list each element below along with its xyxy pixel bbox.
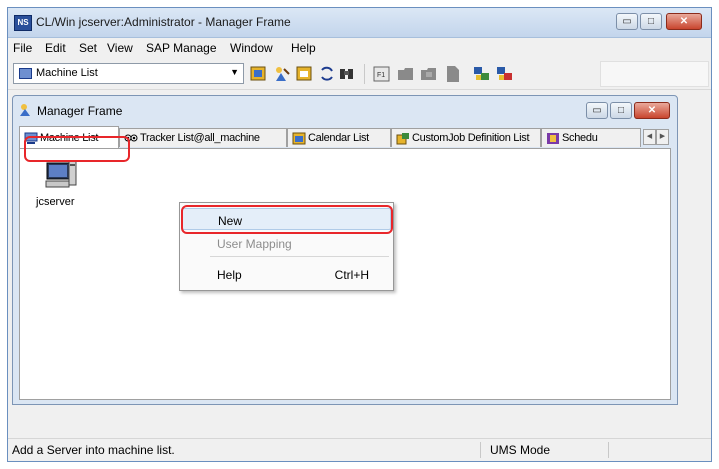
connect-icon[interactable]	[473, 65, 491, 83]
menu-set[interactable]: Set	[79, 41, 97, 55]
status-message: Add a Server into machine list.	[12, 443, 175, 457]
tab-customjob-definition-list[interactable]: CustomJob Definition List	[391, 128, 541, 147]
status-divider	[480, 442, 481, 458]
calendar-button-icon[interactable]	[296, 65, 314, 83]
menu-window[interactable]: Window	[230, 41, 273, 55]
function-key-icon[interactable]: F1	[373, 65, 391, 83]
computer-icon	[45, 160, 77, 188]
disconnect-icon[interactable]	[496, 65, 514, 83]
schedule-icon	[547, 133, 559, 144]
minimize-icon: ▭	[622, 16, 632, 27]
tab-label: Tracker List@all_machine	[140, 132, 260, 144]
menu-file[interactable]: File	[13, 41, 32, 55]
customjob-icon	[396, 133, 409, 145]
tab-scroll-right-icon[interactable]: ▶	[656, 129, 669, 145]
child-minimize-button[interactable]: ▭	[586, 102, 608, 119]
status-mode: UMS Mode	[490, 443, 551, 457]
monitor-icon	[19, 68, 32, 79]
tab-label: Calendar List	[308, 132, 369, 144]
close-button[interactable]: ✕	[666, 13, 702, 30]
view-select[interactable]: Machine List ▼	[13, 63, 244, 84]
menu-item-label: Help	[217, 268, 242, 282]
menu-sap-manage[interactable]: SAP Manage	[146, 41, 217, 55]
calendar-icon	[292, 132, 306, 145]
tab-calendar-list[interactable]: Calendar List	[287, 128, 391, 147]
close-icon: ✕	[647, 105, 657, 116]
child-window-title: Manager Frame	[37, 104, 123, 118]
tab-scroll-left-icon[interactable]: ◀	[643, 129, 656, 145]
highlight-new-menu-item	[181, 205, 393, 234]
menu-help[interactable]: Help	[291, 41, 316, 55]
menu-separator	[210, 256, 389, 257]
binoculars-icon[interactable]	[338, 65, 356, 83]
maximize-icon: □	[617, 105, 625, 116]
menu-edit[interactable]: Edit	[45, 41, 66, 55]
maximize-icon: □	[647, 16, 655, 27]
machine-name[interactable]: jcserver	[36, 196, 75, 208]
folder-icon	[398, 68, 413, 80]
menu-view[interactable]: View	[107, 41, 133, 55]
status-divider	[608, 442, 609, 458]
title-bar[interactable]: NS CL/Win jcserver:Administrator - Manag…	[8, 8, 711, 38]
minimize-button[interactable]: ▭	[616, 13, 638, 30]
svg-text:F1: F1	[377, 72, 385, 79]
toolbar-separator	[364, 64, 365, 84]
child-close-button[interactable]: ✕	[634, 102, 670, 119]
close-icon: ✕	[679, 16, 689, 27]
menu-item-label: User Mapping	[217, 237, 292, 251]
window-title: CL/Win jcserver:Administrator - Manager …	[36, 15, 291, 29]
menu-item-help[interactable]: Help Ctrl+H	[182, 263, 391, 285]
menu-bar: File Edit Set View SAP Manage Window Hel…	[8, 38, 711, 57]
highlight-machine-list-tab	[24, 136, 130, 162]
menu-item-user-mapping: User Mapping	[182, 232, 391, 254]
tab-tracker-list[interactable]: Tracker List@all_machine	[119, 128, 287, 147]
minimize-icon: ▭	[592, 105, 602, 116]
status-bar: Add a Server into machine list. UMS Mode	[8, 438, 711, 461]
manager-button-icon[interactable]	[273, 65, 291, 83]
tab-label: CustomJob Definition List	[412, 132, 530, 144]
view-select-value: Machine List	[36, 67, 98, 79]
machine-item[interactable]	[40, 159, 80, 196]
child-maximize-button[interactable]: □	[610, 102, 632, 119]
menu-item-shortcut: Ctrl+H	[334, 268, 369, 282]
folder-group-icon	[421, 68, 436, 80]
maximize-button[interactable]: □	[640, 13, 662, 30]
app-icon: NS	[14, 15, 32, 31]
refresh-icon[interactable]	[318, 65, 336, 83]
manager-frame-icon	[20, 104, 30, 116]
tab-schedule[interactable]: Schedu	[541, 128, 641, 147]
tab-label: Schedu	[562, 132, 598, 144]
tracker-button-icon[interactable]	[250, 65, 268, 83]
chevron-down-icon[interactable]: ▼	[230, 67, 239, 77]
toolbar-empty-area	[600, 61, 709, 87]
toolbar: Machine List ▼ F1	[8, 59, 711, 90]
document-icon	[447, 66, 459, 82]
